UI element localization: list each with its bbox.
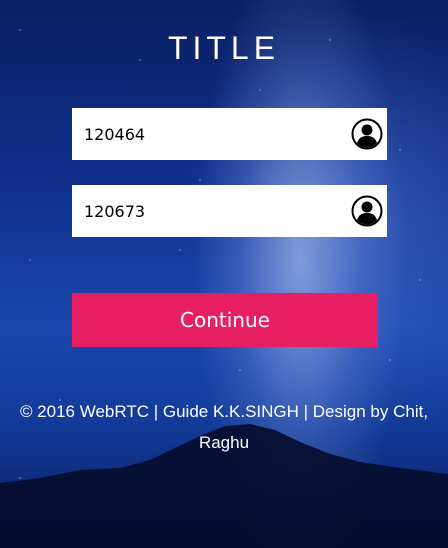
footer-credits: © 2016 WebRTC | Guide K.K.SINGH | Design…	[19, 402, 429, 452]
user-id-field-2[interactable]	[72, 185, 387, 237]
user-circle-icon	[351, 195, 383, 227]
continue-button[interactable]: Continue	[72, 293, 378, 347]
page-title: TITLE	[167, 30, 281, 66]
user-circle-icon	[351, 118, 383, 150]
user-id-field-1[interactable]	[72, 108, 387, 160]
user-id-input-2[interactable]	[72, 185, 342, 237]
user-id-input-1[interactable]	[72, 108, 342, 160]
